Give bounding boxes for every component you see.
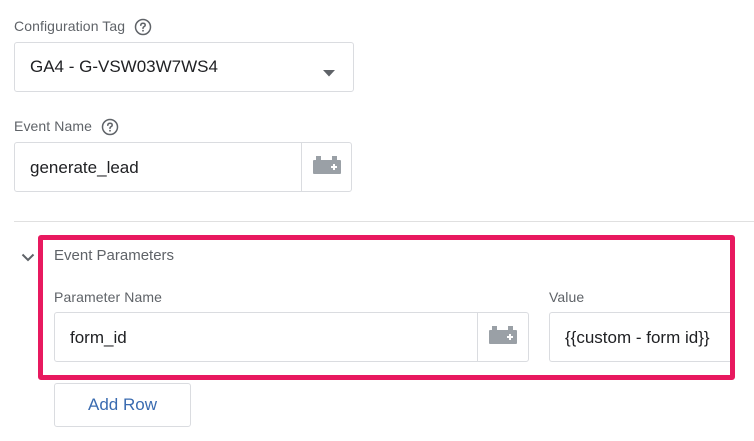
variable-brick-icon: [488, 325, 518, 350]
parameter-value: {{custom - form id}}: [565, 328, 710, 347]
config-tag-value: GA4 - G-VSW03W7WS4: [30, 57, 218, 76]
event-name-label-text: Event Name: [14, 118, 93, 134]
chevron-down-icon[interactable]: [21, 249, 35, 267]
config-tag-label: Configuration Tag: [14, 18, 152, 36]
variable-brick-icon: [312, 155, 342, 180]
section-divider: [14, 221, 754, 222]
config-tag-select[interactable]: GA4 - G-VSW03W7WS4: [14, 42, 354, 92]
event-name-label: Event Name: [14, 118, 119, 136]
parameter-name-field[interactable]: form_id: [54, 312, 529, 362]
help-icon[interactable]: [101, 118, 119, 136]
help-icon[interactable]: [134, 18, 152, 36]
value-label: Value: [549, 289, 585, 305]
insert-variable-button[interactable]: [301, 143, 351, 191]
insert-variable-button[interactable]: [477, 313, 528, 361]
parameter-name-value: form_id: [70, 328, 127, 347]
add-row-button[interactable]: Add Row: [54, 383, 191, 427]
add-row-label: Add Row: [88, 395, 157, 414]
event-parameters-title: Event Parameters: [54, 247, 175, 264]
parameter-name-label: Parameter Name: [54, 289, 162, 305]
event-name-value: generate_lead: [30, 158, 139, 177]
config-tag-label-text: Configuration Tag: [14, 18, 126, 34]
parameter-value-field[interactable]: {{custom - form id}}: [549, 312, 730, 362]
event-name-field[interactable]: generate_lead: [14, 142, 352, 192]
dropdown-arrow-icon: [323, 64, 335, 82]
